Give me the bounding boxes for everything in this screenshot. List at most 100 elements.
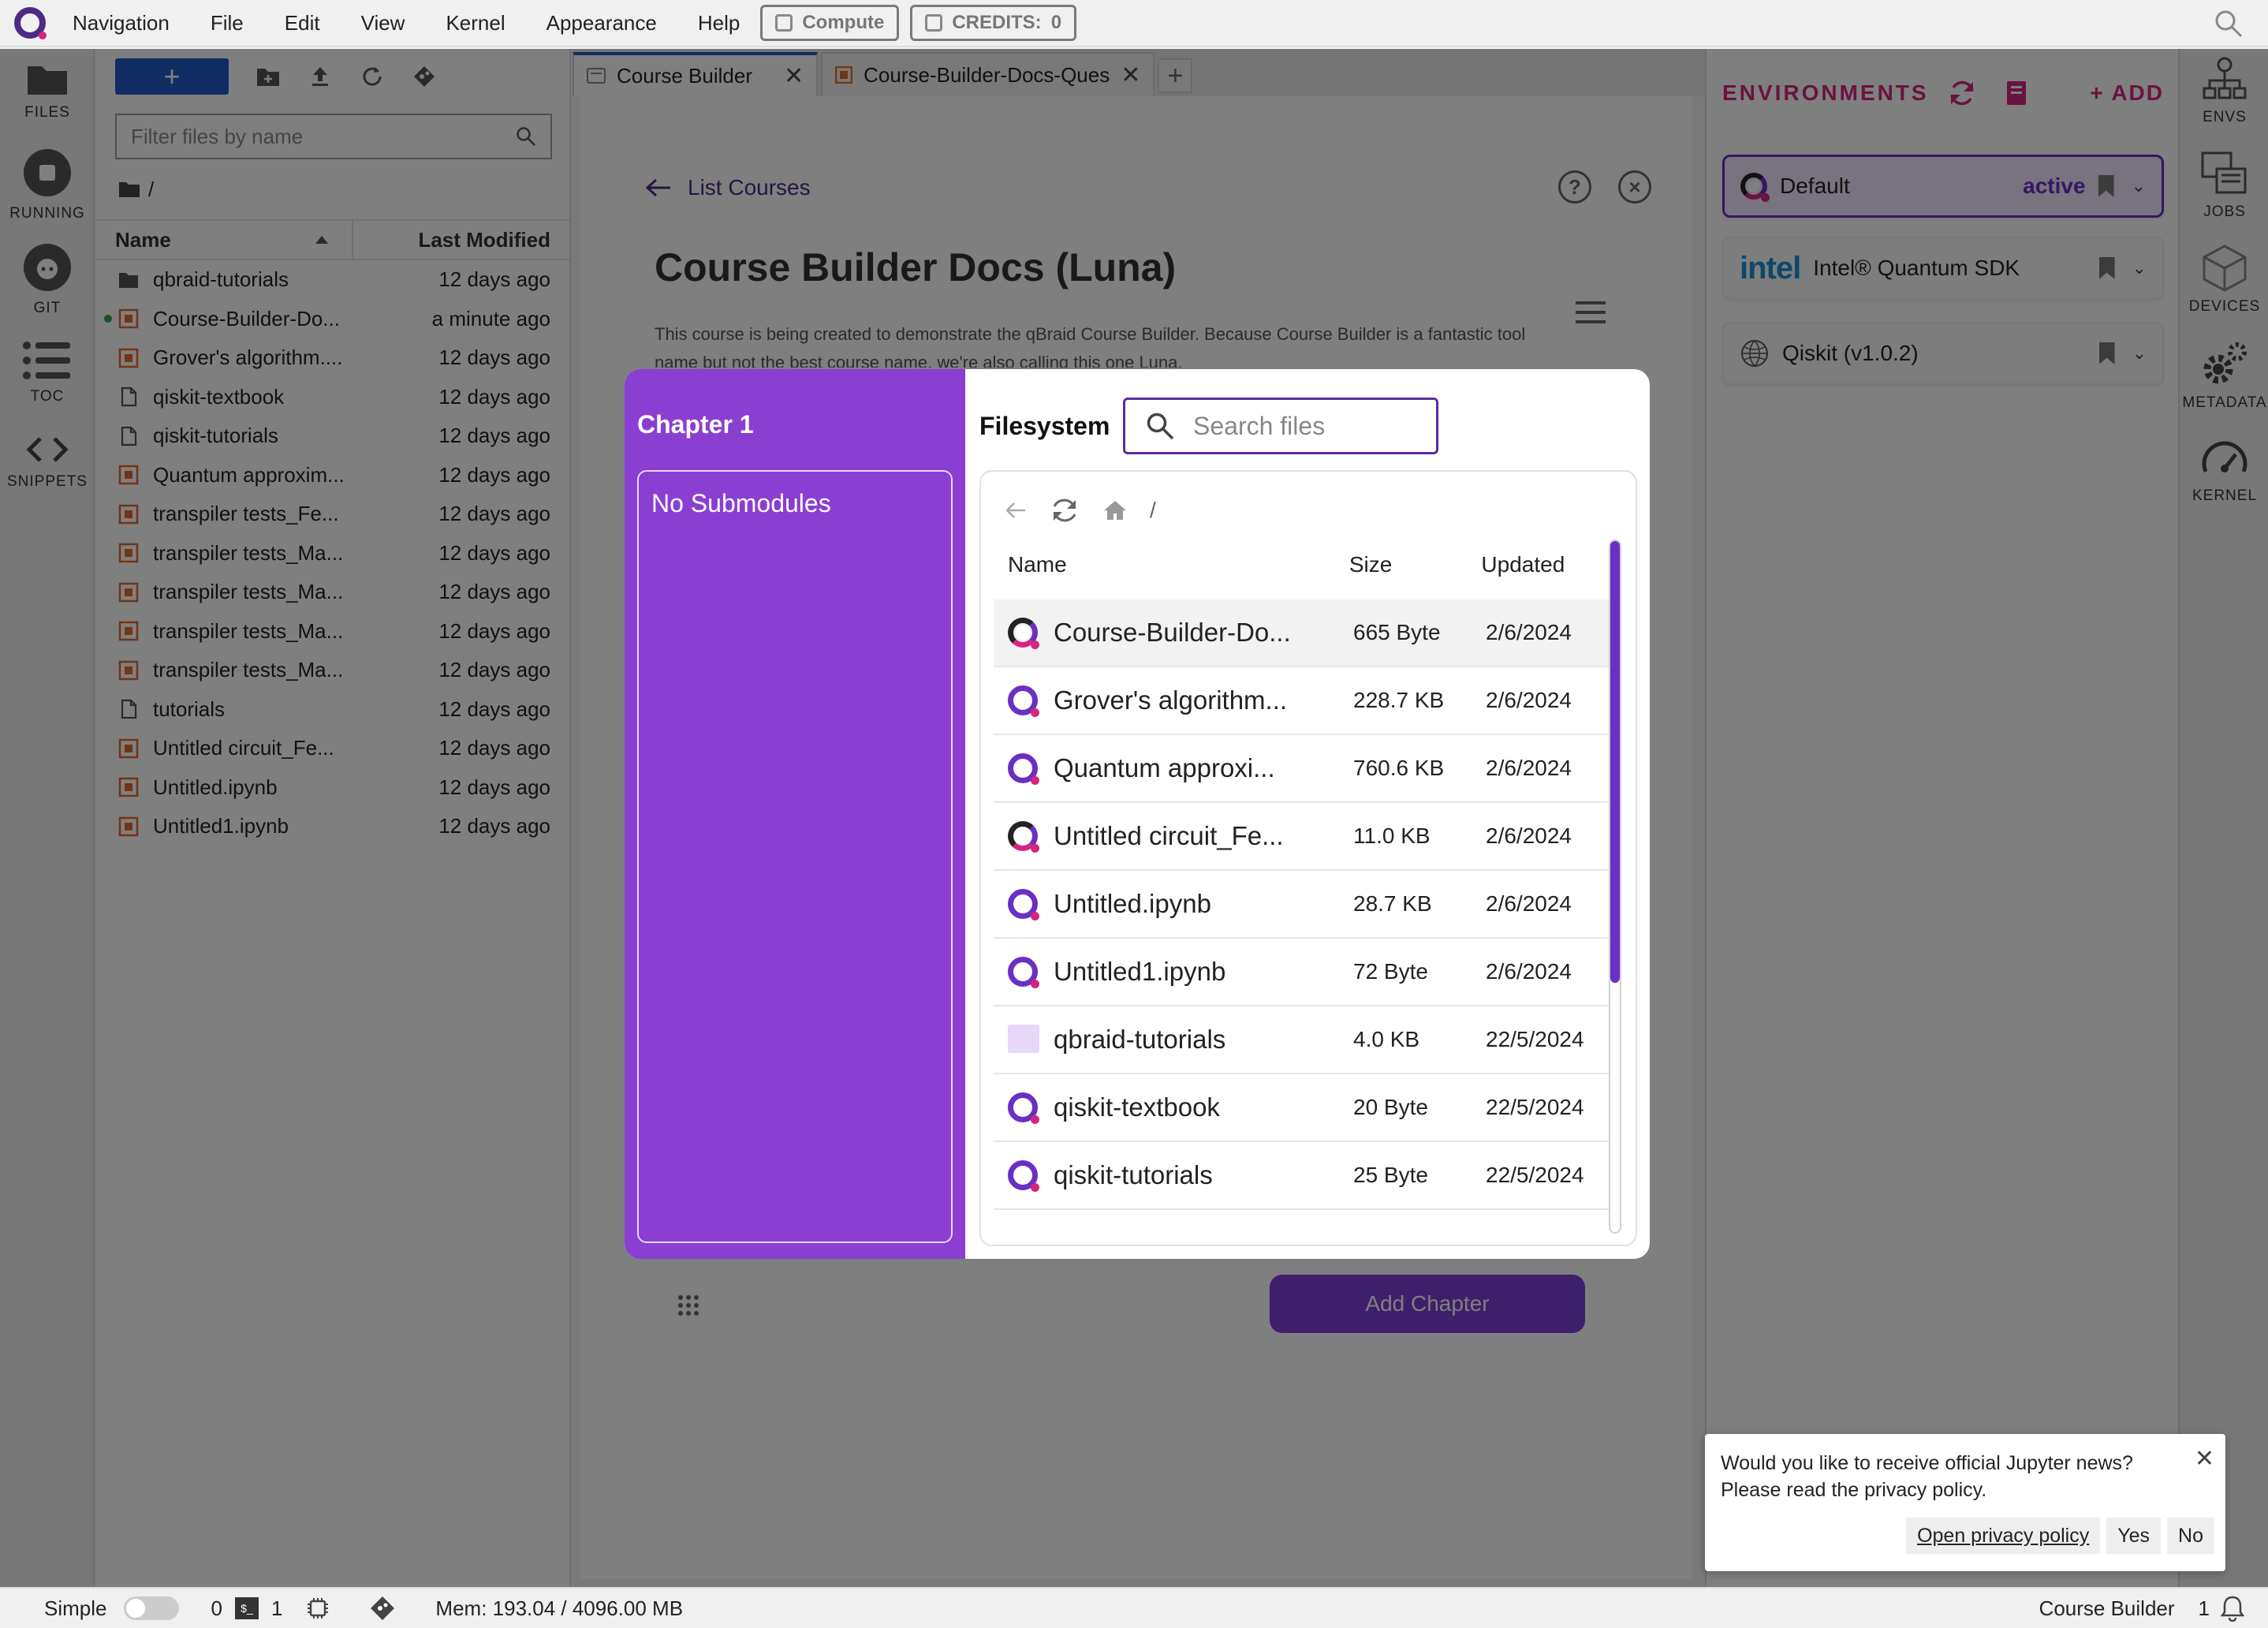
filesystem-file-size: 760.6 KB (1353, 756, 1445, 780)
filesystem-file-size: 11.0 KB (1353, 823, 1431, 848)
credits-button[interactable]: CREDITS: 0 (910, 5, 1077, 41)
column-updated-header[interactable]: Updated (1481, 552, 1607, 577)
filesystem-header: Name Size Updated (1008, 552, 1607, 577)
qbraid-file-icon (1008, 957, 1039, 988)
qbraid-file-icon (1008, 685, 1039, 717)
chip-icon (775, 14, 793, 32)
filesystem-file-updated: 2/6/2024 (1486, 756, 1572, 780)
filesystem-file-size: 228.7 KB (1353, 688, 1445, 712)
menu-kernel[interactable]: Kernel (446, 11, 505, 35)
filesystem-file-name: qiskit-tutorials (1054, 1160, 1213, 1189)
qbraid-file-icon (1008, 889, 1039, 920)
filesystem-row[interactable]: Grover's algorithm... 228.7 KB 2/6/2024 (994, 667, 1609, 735)
filesystem-file-size: 20 Byte (1353, 1095, 1428, 1119)
menu-appearance[interactable]: Appearance (546, 11, 657, 35)
arrow-left-icon[interactable] (1005, 501, 1027, 520)
sync-icon[interactable] (1049, 497, 1080, 524)
filesystem-file-name: Course-Builder-Do... (1054, 618, 1291, 647)
filesystem-file-updated: 2/6/2024 (1486, 823, 1572, 848)
terminals-count[interactable]: 1 (271, 1596, 282, 1621)
filesystem-file-updated: 22/5/2024 (1486, 1163, 1584, 1187)
column-size-header[interactable]: Size (1349, 552, 1482, 577)
filesystem-row[interactable]: Untitled circuit_Fe... 11.0 KB 2/6/2024 (994, 803, 1609, 871)
search-icon[interactable] (2213, 8, 2244, 39)
filesystem-file-size: 72 Byte (1353, 959, 1428, 984)
qbraid-file-icon (1008, 1160, 1039, 1192)
menu-edit[interactable]: Edit (285, 11, 320, 35)
filesystem-file-updated: 2/6/2024 (1486, 891, 1572, 916)
filesystem-row[interactable]: Untitled1.ipynb 72 Byte 2/6/2024 (994, 939, 1609, 1006)
filesystem-label: Filesystem (979, 412, 1110, 440)
filesystem-nav: / (1005, 497, 1156, 524)
filesystem-row[interactable]: qiskit-textbook 20 Byte 22/5/2024 (994, 1074, 1609, 1142)
filesystem-file-updated: 2/6/2024 (1486, 620, 1572, 644)
notification-actions: Open privacy policy Yes No (1906, 1518, 2214, 1554)
compute-button[interactable]: Compute (760, 5, 900, 41)
credits-label: CREDITS: (952, 12, 1042, 33)
filesystem-file-updated: 22/5/2024 (1486, 1027, 1584, 1051)
menu-bar: Navigation File Edit View Kernel Appeara… (0, 0, 2268, 47)
folder-icon (1008, 1025, 1039, 1055)
filesystem-file-name: Untitled.ipynb (1054, 889, 1211, 918)
menu-file[interactable]: File (211, 11, 244, 35)
kernels-count[interactable]: 0 (211, 1596, 222, 1621)
filesystem-file-name: qiskit-textbook (1054, 1092, 1220, 1122)
filesystem-file-name: Grover's algorithm... (1054, 685, 1288, 715)
credits-value: 0 (1050, 12, 1062, 33)
status-bar: Simple 0 $_ 1 Mem: 193.04 / 4096.00 MB C… (0, 1587, 2268, 1628)
credits-icon (925, 14, 943, 32)
chapter-title[interactable]: Chapter 1 (637, 410, 754, 439)
search-files-placeholder: Search files (1193, 411, 1326, 440)
filesystem-file-name: Untitled circuit_Fe... (1054, 821, 1284, 850)
menu-help[interactable]: Help (698, 11, 740, 35)
terminal-icon[interactable]: $_ (234, 1597, 259, 1619)
open-privacy-policy-button[interactable]: Open privacy policy (1906, 1518, 2101, 1554)
filesystem-file-updated: 22/5/2024 (1486, 1095, 1584, 1119)
filesystem-file-updated: 2/6/2024 (1486, 959, 1572, 984)
qbraid-file-icon (1008, 1092, 1039, 1124)
no-submodules-label: No Submodules (651, 489, 831, 517)
close-icon[interactable]: ✕ (2195, 1445, 2214, 1473)
filesystem-file-name: Quantum approxi... (1054, 753, 1275, 782)
filesystem-path: / (1150, 498, 1156, 522)
column-name-header[interactable]: Name (1008, 552, 1349, 577)
filesystem-row[interactable]: Quantum approxi... 760.6 KB 2/6/2024 (994, 735, 1609, 803)
filesystem-browser: / Name Size Updated Course-Builder-Do...… (979, 470, 1637, 1246)
filesystem-row[interactable]: Untitled.ipynb 28.7 KB 2/6/2024 (994, 871, 1609, 939)
filesystem-file-name: qbraid-tutorials (1054, 1025, 1226, 1054)
no-button[interactable]: No (2167, 1518, 2214, 1554)
home-icon[interactable] (1102, 499, 1128, 521)
qbraid-file-icon (1008, 753, 1039, 785)
git-icon[interactable] (369, 1595, 396, 1622)
chip-icon[interactable] (306, 1596, 330, 1620)
filesystem-file-size: 28.7 KB (1353, 891, 1432, 916)
filesystem-file-updated: 2/6/2024 (1486, 688, 1572, 712)
yes-button[interactable]: Yes (2106, 1518, 2162, 1554)
submodules-dropzone[interactable]: No Submodules (637, 470, 953, 1243)
search-icon (1147, 413, 1174, 440)
search-files-input[interactable]: Search files (1123, 398, 1438, 454)
filesystem-row[interactable]: qbraid-tutorials 4.0 KB 22/5/2024 (994, 1006, 1609, 1074)
chapter-modal: Chapter 1 No Submodules Filesystem Searc… (625, 369, 1650, 1259)
filesystem-file-size: 665 Byte (1353, 620, 1441, 644)
memory-usage: Mem: 193.04 / 4096.00 MB (435, 1596, 684, 1620)
active-tab-name: Course Builder (2039, 1596, 2175, 1620)
simple-mode-toggle[interactable] (124, 1596, 180, 1620)
notification-message: Would you like to receive official Jupyt… (1721, 1452, 2133, 1501)
scrollbar-thumb[interactable] (1610, 541, 1620, 983)
bell-icon[interactable] (2221, 1595, 2244, 1622)
simple-mode-label: Simple (44, 1596, 107, 1620)
filesystem-row[interactable]: qiskit-tutorials 25 Byte 22/5/2024 (994, 1142, 1609, 1210)
menu-view[interactable]: View (361, 11, 405, 35)
notifications-count[interactable]: 1 (2199, 1596, 2210, 1621)
filesystem-file-name: Untitled1.ipynb (1054, 957, 1226, 986)
filesystem-row[interactable]: Course-Builder-Do... 665 Byte 2/6/2024 (994, 599, 1609, 667)
menu-navigation[interactable]: Navigation (73, 11, 170, 35)
filesystem-file-size: 25 Byte (1353, 1163, 1428, 1187)
jupyter-news-notification: Would you like to receive official Jupyt… (1705, 1434, 2225, 1571)
qbraid-file-icon (1008, 821, 1039, 853)
filesystem-scrollbar[interactable] (1609, 540, 1621, 1234)
compute-label: Compute (802, 12, 885, 33)
chapter-panel: Chapter 1 No Submodules (625, 369, 965, 1259)
qbraid-logo-icon (14, 7, 47, 39)
